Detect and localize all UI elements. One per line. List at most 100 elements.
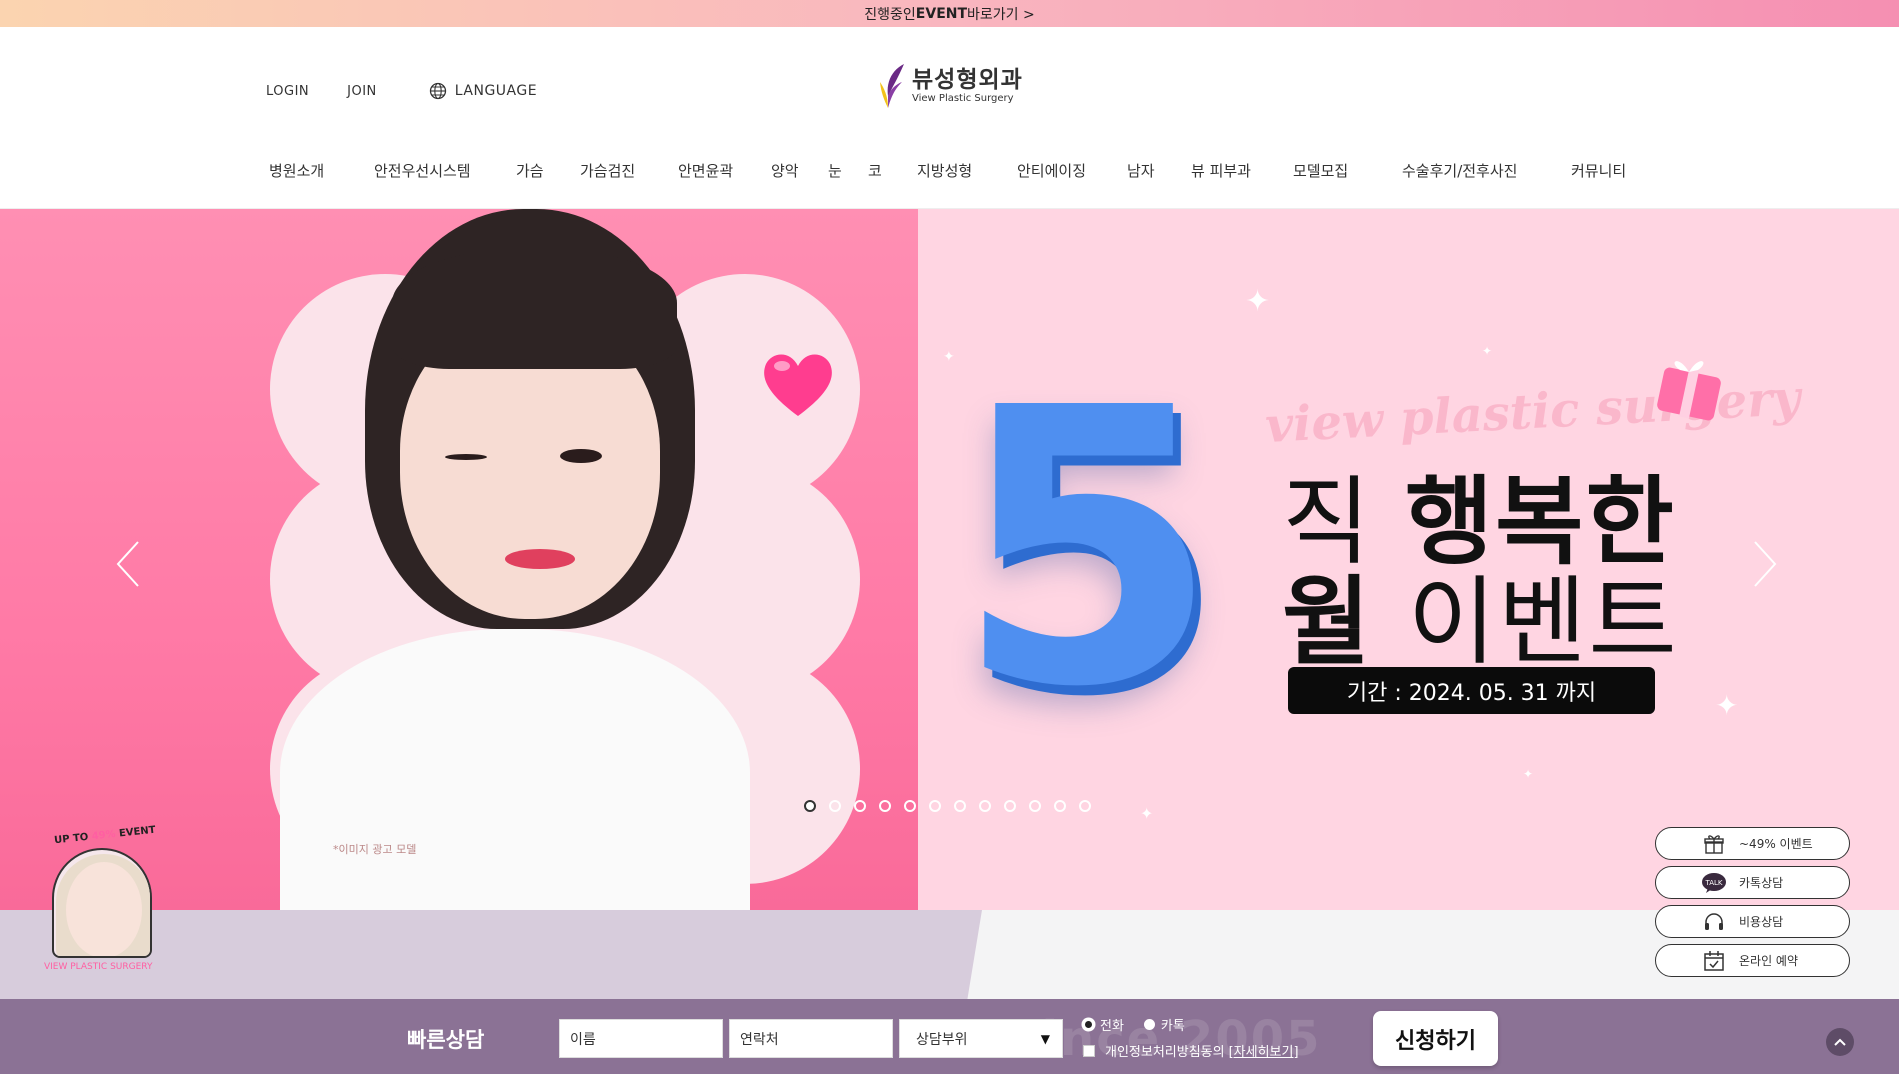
consult-area-select[interactable]: 상담부위 ▼ <box>899 1019 1063 1058</box>
quick-consult-title: 빠른상담 <box>407 1028 485 1052</box>
calendar-icon <box>1704 950 1724 971</box>
nav-item-fat[interactable]: 지방성형 <box>917 160 972 181</box>
slide-dot[interactable] <box>854 800 866 812</box>
language-selector[interactable]: LANGUAGE <box>429 82 575 100</box>
join-link[interactable]: JOIN <box>347 84 377 99</box>
model-eye-right <box>560 449 602 463</box>
slide-dot[interactable] <box>954 800 966 812</box>
hero-line2-bold: 월 <box>1282 566 1408 678</box>
utility-menu: LOGIN JOIN LANGUAGE <box>266 82 575 100</box>
hero-line2-light: 이벤트 <box>1407 566 1679 678</box>
slide-dot[interactable] <box>929 800 941 812</box>
nav-item-nose[interactable]: 코 <box>868 160 882 181</box>
site-logo[interactable]: 뷰성형외과 View Plastic Surgery <box>878 62 1023 110</box>
event-banner-event-word: EVENT <box>915 5 968 22</box>
nav-item-hospital-intro[interactable]: 병원소개 <box>269 160 324 181</box>
quick-kakaotalk-label: 카톡상담 <box>1739 876 1784 890</box>
privacy-agreement: 개인정보처리방침동의 [자세히보기] <box>1083 1041 1299 1060</box>
nav-item-eye[interactable]: 눈 <box>828 160 842 181</box>
slide-dot[interactable] <box>1029 800 1041 812</box>
chevron-up-icon <box>1834 1038 1846 1046</box>
name-input[interactable]: 이름 <box>559 1019 723 1058</box>
hero-slider[interactable]: *이미지 광고 모델 view plastic surgery 5 직 행복한 … <box>0 209 1899 911</box>
site-header: LOGIN JOIN LANGUAGE 뷰성형외과 View Plastic S… <box>0 27 1899 209</box>
prev-slide-arrow-icon[interactable] <box>108 534 148 594</box>
quick-event-button[interactable]: ~49% 이벤트 <box>1655 827 1850 860</box>
ad-model-note: *이미지 광고 모델 <box>333 843 417 856</box>
svg-text:TALK: TALK <box>1704 879 1722 887</box>
floating-event-badge[interactable]: UP TO 49% EVENT VIEW PLASTIC SURGERY <box>42 825 164 980</box>
quick-online-reservation-button[interactable]: 온라인 예약 <box>1655 944 1850 977</box>
sparkle-icon: ✦ <box>943 349 955 365</box>
next-slide-arrow-icon[interactable] <box>1745 534 1785 594</box>
slide-dot[interactable] <box>879 800 891 812</box>
hero-big-number: 5 <box>955 327 1220 770</box>
event-banner-suffix: 바로가기 > <box>967 6 1035 23</box>
slide-dot[interactable] <box>829 800 841 812</box>
nav-item-men[interactable]: 남자 <box>1127 160 1155 181</box>
radio-phone[interactable] <box>1083 1019 1094 1030</box>
nav-item-reviews[interactable]: 수술후기/전후사진 <box>1402 160 1517 181</box>
page: 진행중인 EVENT 바로가기 > LOGIN JOIN LANGUAGE 뷰성… <box>0 0 1899 1074</box>
quick-cost-consult-label: 비용상담 <box>1739 915 1784 929</box>
slide-dot[interactable] <box>1004 800 1016 812</box>
gift-icon <box>1704 834 1724 854</box>
slide-dot[interactable] <box>904 800 916 812</box>
sparkle-icon: ✦ <box>1140 804 1154 823</box>
sparkle-icon: ✦ <box>1245 284 1271 319</box>
globe-icon <box>429 82 446 100</box>
section-divider-strip <box>0 910 1899 1000</box>
radio-kakao[interactable] <box>1143 1019 1155 1030</box>
quick-kakaotalk-button[interactable]: TALK 카톡상담 <box>1655 866 1850 899</box>
kakaotalk-icon: TALK <box>1702 872 1726 893</box>
event-badge-photo <box>52 848 152 958</box>
slide-dot[interactable] <box>804 800 816 812</box>
scroll-to-top-button[interactable] <box>1826 1028 1854 1056</box>
sparkle-icon: ✦ <box>1523 767 1534 781</box>
quick-consult-bar: Since 2005 빠른상담 이름 연락처 상담부위 ▼ 전화 카톡 개인정보처… <box>0 999 1899 1074</box>
model-lips <box>505 549 575 569</box>
event-period-badge: 기간 : 2024. 05. 31 까지 <box>1288 667 1655 714</box>
gift-box-icon <box>1657 361 1721 421</box>
slide-dot[interactable] <box>1054 800 1066 812</box>
heart-icon <box>764 354 832 416</box>
phone-input[interactable]: 연락처 <box>729 1019 893 1058</box>
model-eye-left <box>445 454 487 460</box>
privacy-agree-label: 개인정보처리방침동의 <box>1105 1045 1225 1060</box>
quick-cost-consult-button[interactable]: 비용상담 <box>1655 905 1850 938</box>
hero-headline-line2: 월 이벤트 <box>1282 544 1679 683</box>
nav-item-dermatology[interactable]: 뷰 피부과 <box>1191 160 1251 181</box>
model-bangs <box>392 249 677 369</box>
event-badge-brand: VIEW PLASTIC SURGERY <box>44 962 153 972</box>
nav-item-breast-exam[interactable]: 가슴검진 <box>580 160 635 181</box>
nav-item-jaw[interactable]: 양악 <box>771 160 799 181</box>
phone-input-placeholder: 연락처 <box>740 1031 779 1048</box>
model-shirt <box>280 629 750 911</box>
nav-item-community[interactable]: 커뮤니티 <box>1571 160 1626 181</box>
sparkle-icon: ✦ <box>1715 689 1739 722</box>
language-label: LANGUAGE <box>454 83 538 99</box>
logo-mark-icon <box>880 64 904 108</box>
privacy-detail-link[interactable]: [자세히보기] <box>1229 1041 1299 1060</box>
nav-item-anti-aging[interactable]: 안티에이징 <box>1017 160 1086 181</box>
logo-english-name: View Plastic Surgery <box>912 92 1014 104</box>
headset-icon <box>1705 912 1723 930</box>
name-input-placeholder: 이름 <box>570 1031 596 1048</box>
submit-consult-button[interactable]: 신청하기 <box>1373 1011 1498 1066</box>
event-banner-link[interactable]: 진행중인 EVENT 바로가기 > <box>0 0 1899 27</box>
slide-pagination <box>804 800 1104 812</box>
event-banner-prefix: 진행중인 <box>864 6 916 23</box>
nav-item-model-recruit[interactable]: 모델모집 <box>1293 160 1348 181</box>
nav-item-safety-system[interactable]: 안전우선시스템 <box>374 160 471 181</box>
nav-item-breast[interactable]: 가슴 <box>516 160 544 181</box>
radio-phone-label: 전화 <box>1100 1019 1124 1034</box>
privacy-checkbox[interactable] <box>1083 1044 1095 1057</box>
login-link[interactable]: LOGIN <box>266 84 309 99</box>
slide-dot[interactable] <box>1079 800 1091 812</box>
slide-dot[interactable] <box>979 800 991 812</box>
nav-item-facial-contour[interactable]: 안면윤곽 <box>678 160 733 181</box>
dropdown-caret-icon: ▼ <box>1040 1032 1050 1046</box>
quick-online-reservation-label: 온라인 예약 <box>1739 954 1799 968</box>
quick-event-label: ~49% 이벤트 <box>1739 837 1813 851</box>
main-navigation: 병원소개 안전우선시스템 가슴 가슴검진 안면윤곽 양악 눈 코 지방성형 안티… <box>0 160 1899 190</box>
